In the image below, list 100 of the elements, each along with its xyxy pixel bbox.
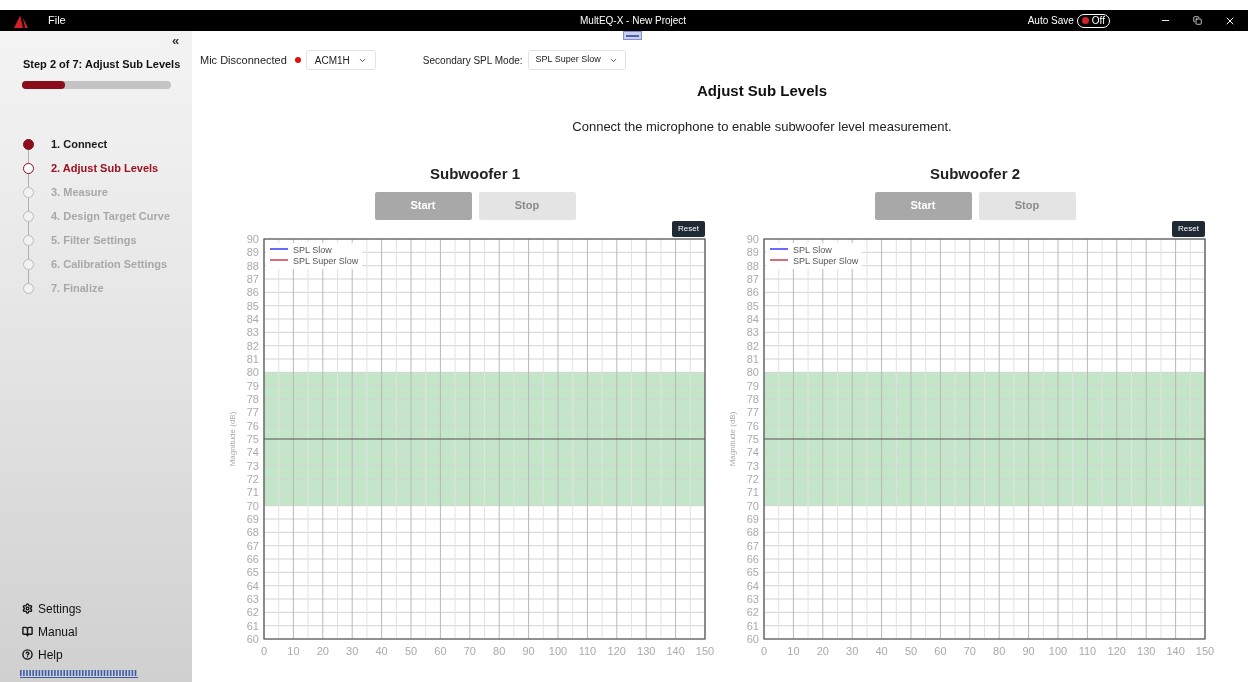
x-tick-label: 130 [1137, 644, 1156, 657]
x-tick-label: 70 [963, 644, 976, 657]
y-tick-label: 80 [246, 365, 259, 378]
x-tick-label: 140 [1166, 644, 1185, 657]
x-tick-label: 10 [287, 644, 300, 657]
step-title: Step 2 of 7: Adjust Sub Levels [23, 57, 182, 72]
y-tick-label: 85 [746, 299, 759, 312]
y-tick-label: 65 [746, 565, 759, 578]
y-tick-label: 68 [246, 525, 259, 538]
y-tick-label: 67 [746, 539, 759, 552]
x-tick-label: 70 [463, 644, 476, 657]
instruction-text: Connect the microphone to enable subwoofer level measurement. [572, 117, 952, 136]
x-tick-label: 20 [816, 644, 829, 657]
y-tick-label: 77 [246, 405, 259, 418]
y-tick-label: 77 [746, 405, 759, 418]
sidebar-link[interactable]: Manual [22, 620, 192, 643]
y-tick-label: 70 [746, 499, 759, 512]
reset-button[interactable]: Reset [672, 220, 705, 237]
y-tick-label: 88 [746, 259, 759, 272]
file-menu[interactable]: File [48, 12, 66, 29]
y-tick-label: 76 [746, 419, 759, 432]
y-tick-label: 65 [246, 565, 259, 578]
y-tick-label: 80 [746, 365, 759, 378]
x-tick-label: 100 [1048, 644, 1068, 657]
y-tick-label: 78 [746, 392, 759, 405]
y-tick-label: 75 [246, 432, 259, 445]
y-tick-label: 63 [246, 592, 259, 605]
y-tick-label: 73 [746, 459, 759, 472]
x-tick-label: 90 [1022, 644, 1035, 657]
step-item[interactable]: 2. Adjust Sub Levels [51, 160, 159, 177]
y-tick-label: 84 [246, 312, 259, 325]
mic-select[interactable]: ACM1H [305, 50, 376, 70]
y-tick-label: 75 [746, 432, 759, 445]
x-tick-label: 0 [260, 644, 268, 657]
y-tick-label: 66 [746, 552, 759, 565]
y-axis-title: Magnitude (dB) [228, 411, 237, 466]
sidebar-link[interactable]: Help [22, 643, 192, 666]
x-tick-label: 130 [637, 644, 656, 657]
y-tick-label: 69 [746, 512, 759, 525]
y-tick-label: 76 [246, 419, 259, 432]
y-tick-label: 62 [746, 605, 759, 618]
y-tick-label: 82 [746, 339, 759, 352]
y-tick-label: 71 [246, 485, 259, 498]
y-tick-label: 89 [246, 245, 259, 258]
y-tick-label: 74 [246, 445, 259, 458]
y-tick-label: 86 [746, 285, 759, 298]
x-tick-label: 40 [875, 644, 888, 657]
restore-icon[interactable] [1193, 16, 1202, 25]
y-tick-label: 82 [246, 339, 259, 352]
y-tick-label: 81 [746, 352, 759, 365]
subwoofer-title: Subwoofer 2 [930, 164, 1020, 184]
page-heading: Adjust Sub Levels [697, 81, 827, 101]
y-tick-label: 72 [246, 472, 259, 485]
y-tick-label: 84 [746, 312, 759, 325]
x-tick-label: 140 [666, 644, 685, 657]
y-tick-label: 60 [746, 632, 759, 645]
x-tick-label: 50 [904, 644, 918, 657]
step-item[interactable]: 1. Connect [51, 136, 108, 153]
legend-label: SPL Slow [793, 244, 832, 254]
y-tick-label: 78 [246, 392, 259, 405]
reset-button[interactable]: Reset [1172, 220, 1205, 237]
y-tick-label: 83 [746, 325, 759, 338]
y-tick-label: 70 [246, 499, 259, 512]
sidebar-link[interactable]: Settings [22, 597, 192, 620]
x-tick-label: 30 [346, 644, 359, 657]
y-tick-label: 81 [246, 352, 259, 365]
legend-label: SPL Super Slow [293, 255, 359, 265]
y-tick-label: 88 [246, 259, 259, 272]
y-tick-label: 90 [246, 232, 259, 245]
x-tick-label: 30 [846, 644, 859, 657]
x-tick-label: 90 [522, 644, 535, 657]
x-tick-label: 120 [607, 644, 626, 657]
y-tick-label: 87 [246, 272, 259, 285]
subwoofer-title: Subwoofer 1 [430, 164, 520, 184]
x-tick-label: 80 [993, 644, 1006, 657]
y-tick-label: 72 [746, 472, 759, 485]
x-tick-label: 20 [316, 644, 329, 657]
x-tick-label: 60 [434, 644, 447, 657]
y-tick-label: 83 [246, 325, 259, 338]
y-tick-label: 89 [746, 245, 759, 258]
y-tick-label: 71 [746, 485, 759, 498]
legend-label: SPL Slow [293, 244, 332, 254]
panel-handle-icon[interactable] [623, 31, 642, 40]
x-tick-label: 110 [578, 644, 597, 657]
x-tick-label: 0 [760, 644, 768, 657]
y-tick-label: 74 [746, 445, 759, 458]
x-tick-label: 110 [1078, 644, 1097, 657]
x-tick-label: 120 [1107, 644, 1126, 657]
window-title: MultEQ-X - New Project [580, 14, 687, 28]
mode-label: Secondary SPL Mode: [422, 53, 523, 68]
y-tick-label: 79 [746, 379, 759, 392]
x-tick-label: 50 [404, 644, 418, 657]
y-tick-label: 86 [246, 285, 259, 298]
help-icon [22, 649, 33, 660]
mode-select[interactable]: SPL Super Slow [527, 50, 626, 70]
legend-label: SPL Super Slow [793, 255, 859, 265]
y-tick-label: 64 [246, 579, 259, 592]
mic-status: Mic Disconnected [200, 52, 287, 68]
y-tick-label: 63 [746, 592, 759, 605]
auto-save-toggle[interactable]: Off [1076, 13, 1110, 28]
